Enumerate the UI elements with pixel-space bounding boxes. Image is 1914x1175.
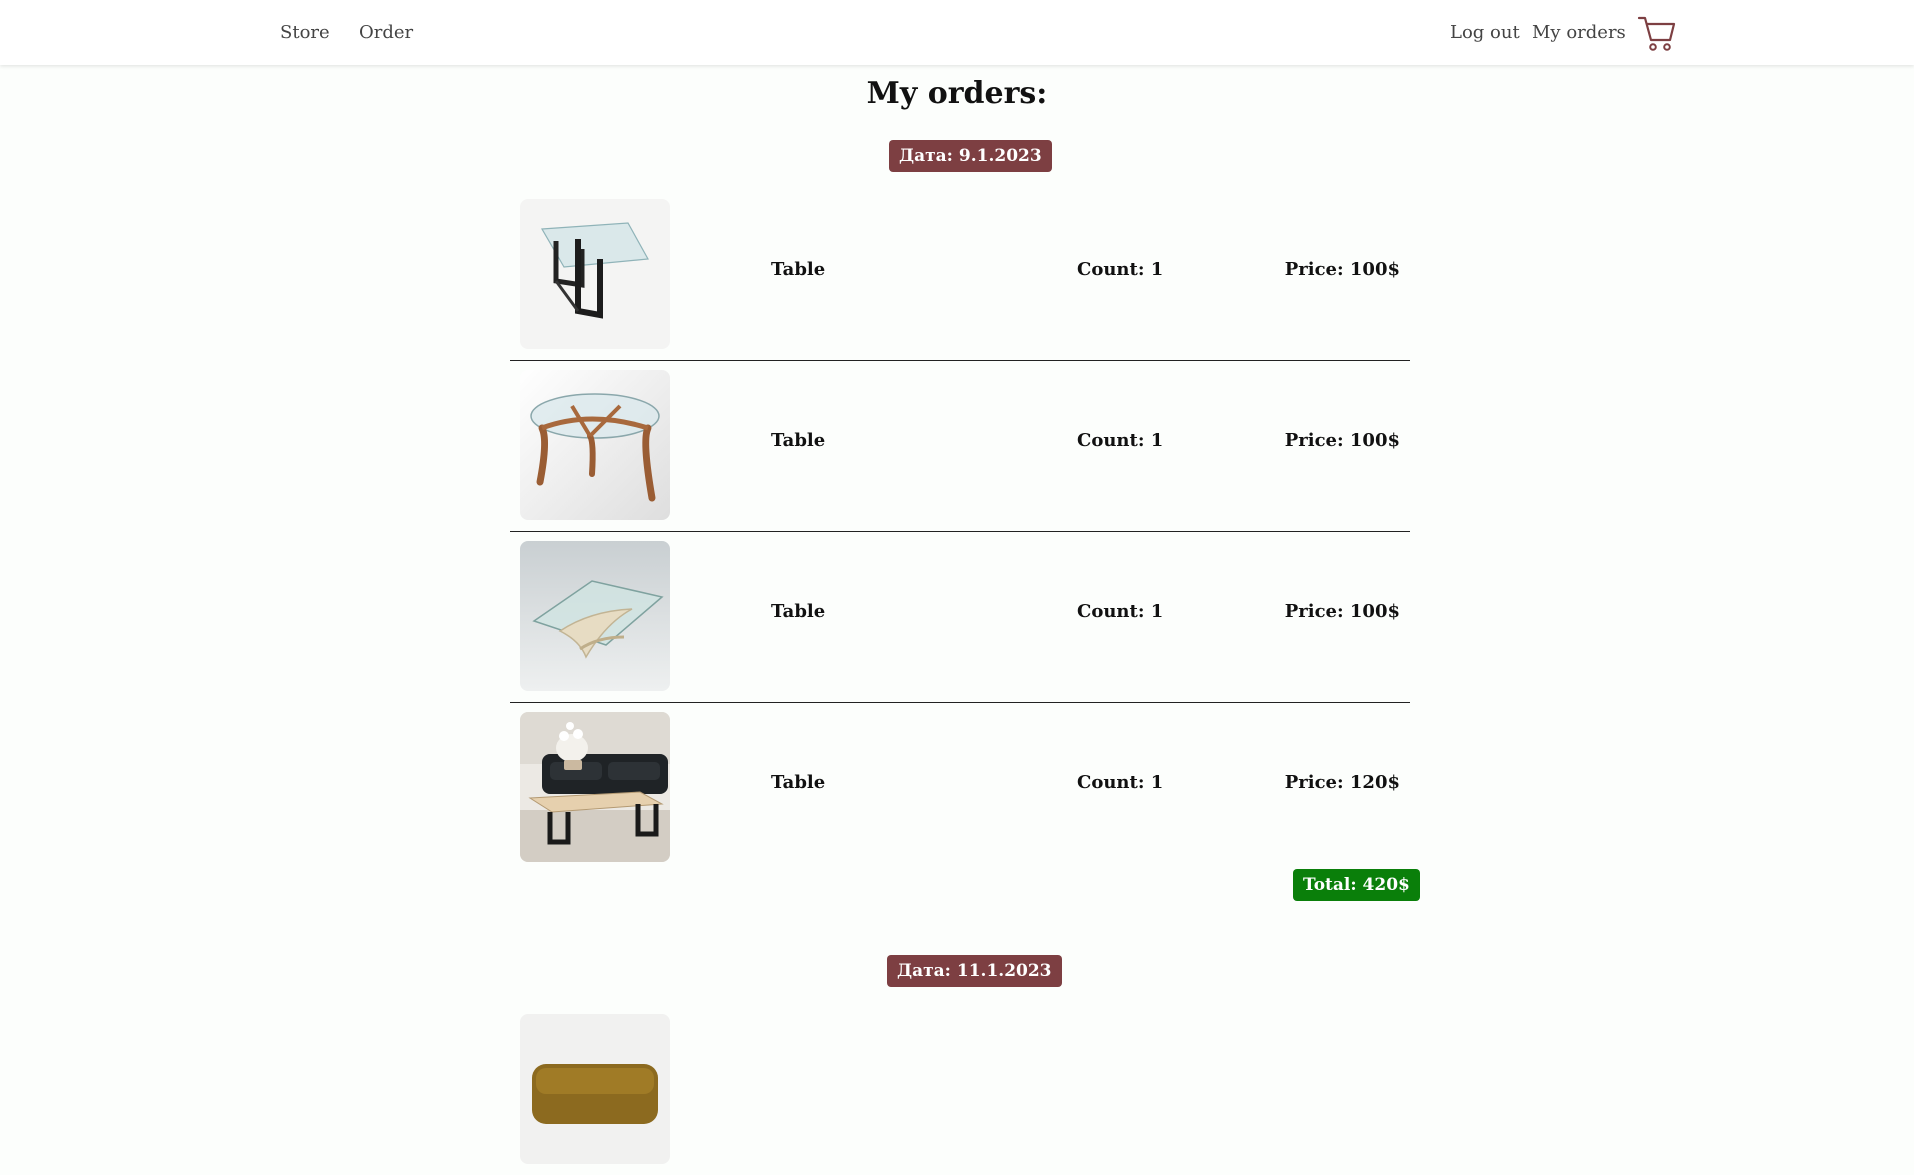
item-price: Price: 100$ xyxy=(1284,430,1400,451)
order-item-row: Table Count: 1 Price: 100$ xyxy=(510,190,1410,361)
item-count: Count: 1 xyxy=(1077,772,1164,793)
item-count: Count: 1 xyxy=(1077,601,1164,622)
item-count: Count: 1 xyxy=(1077,259,1164,280)
product-image-sculptural-table xyxy=(520,541,670,691)
product-image-round-table xyxy=(520,370,670,520)
order-date-badge: Дата: 11.1.2023 xyxy=(887,955,1062,987)
item-price: Price: 100$ xyxy=(1284,259,1400,280)
item-name: Table xyxy=(771,601,826,622)
order-item-row: Table Count: 1 Price: 100$ xyxy=(510,532,1410,703)
product-image-living-room-table xyxy=(520,712,670,862)
order-item-row xyxy=(510,1005,1410,1175)
top-navbar: Store Order Log out My orders xyxy=(0,0,1914,65)
item-name: Table xyxy=(771,259,826,280)
page-title: My orders: xyxy=(866,76,1048,111)
item-price: Price: 120$ xyxy=(1284,772,1400,793)
my-orders-link[interactable]: My orders xyxy=(1532,22,1626,43)
order-item-row: Table Count: 1 Price: 120$ xyxy=(510,703,1410,873)
order-total-badge: Total: 420$ xyxy=(1293,869,1420,901)
item-price: Price: 100$ xyxy=(1284,601,1400,622)
product-image-glass-table xyxy=(520,199,670,349)
nav-link-order[interactable]: Order xyxy=(359,22,413,43)
item-count: Count: 1 xyxy=(1077,430,1164,451)
product-image-chair xyxy=(520,1014,670,1164)
order-item-row: Table Count: 1 Price: 100$ xyxy=(510,361,1410,532)
item-name: Table xyxy=(771,772,826,793)
shopping-cart-icon[interactable] xyxy=(1637,14,1677,52)
logout-link[interactable]: Log out xyxy=(1450,22,1520,43)
item-name: Table xyxy=(771,430,826,451)
order-date-badge: Дата: 9.1.2023 xyxy=(889,140,1052,172)
nav-link-store[interactable]: Store xyxy=(280,22,330,43)
